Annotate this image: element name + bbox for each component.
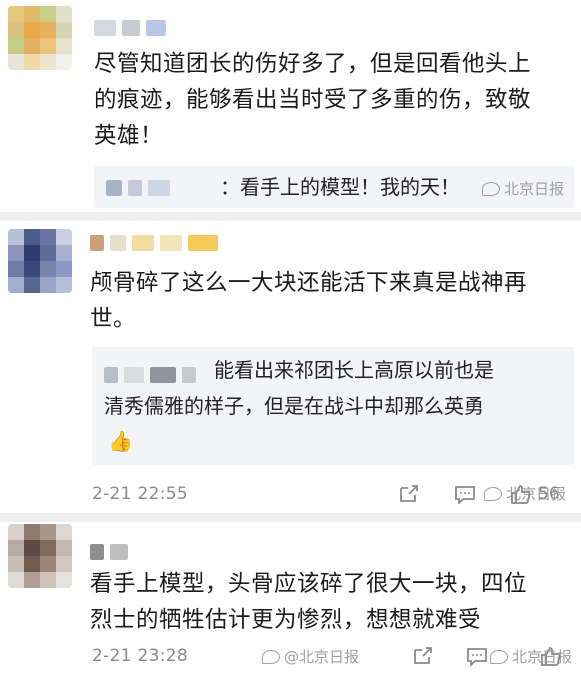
thumbs-up-emoji: 👍 — [108, 429, 133, 453]
comment-text-line: 的痕迹，能够看出当时受了多重的伤，致敬 — [94, 87, 532, 113]
watermark-text: @北京日报 — [284, 648, 360, 666]
comment-card-1: 尽管知道团长的伤好多了，但是回看他头上 的痕迹，能够看出当时受了多重的伤，致敬 … — [0, 0, 581, 212]
comment-card-2: 颅骨碎了这么一大块还能活下来真是战神再 世。 能看出来祁团长上高原以前也是 清秀… — [0, 221, 581, 513]
comment-icon[interactable] — [466, 646, 488, 666]
comment-text-line: 英雄！ — [94, 123, 164, 149]
wechat-watermark-icon — [482, 181, 500, 196]
comment-text-line: 世。 — [90, 306, 137, 332]
comment-text-line: 烈士的牺牲估计更为惨烈，想想就难受 — [90, 607, 482, 633]
reply-text: ：看手上的模型！我的天！ — [220, 175, 460, 199]
quote-text: 能看出来祁团长上高原以前也是 — [214, 355, 494, 385]
comment-text: 看手上模型，头骨应该碎了很大一块，四位 烈士的牺牲估计更为惨烈，想想就难受 — [90, 566, 527, 638]
wechat-watermark-icon — [490, 649, 508, 664]
reply-username-blurred — [104, 367, 196, 383]
like-count: 56 — [538, 484, 560, 504]
share-icon[interactable] — [412, 646, 434, 666]
like-icon[interactable] — [510, 484, 532, 504]
wechat-watermark-icon — [484, 486, 502, 501]
bottom-watermark: @北京日报 — [262, 646, 359, 667]
avatar[interactable] — [8, 524, 72, 588]
username-blurred[interactable] — [94, 20, 166, 36]
separator — [0, 513, 581, 522]
avatar[interactable] — [8, 6, 72, 70]
reply-preview[interactable]: 能看出来祁团长上高原以前也是 清秀儒雅的样子，但是在战斗中却那么英勇 👍 — [92, 347, 574, 465]
quote-text: 清秀儒雅的样子，但是在战斗中却那么英勇 — [104, 391, 484, 421]
comment-icon[interactable] — [454, 484, 476, 504]
comment-text: 尽管知道团长的伤好多了，但是回看他头上 的痕迹，能够看出当时受了多重的伤，致敬 … — [94, 46, 531, 154]
username-blurred[interactable] — [90, 544, 128, 560]
username-blurred[interactable] — [90, 235, 218, 251]
timestamp: 2-21 22:55 — [92, 484, 188, 504]
comment-text-line: 看手上模型，头骨应该碎了很大一块，四位 — [90, 571, 528, 597]
comment-card-3: 看手上模型，头骨应该碎了很大一块，四位 烈士的牺牲估计更为惨烈，想想就难受 2-… — [0, 522, 581, 680]
comment-text-line: 颅骨碎了这么一大块还能活下来真是战神再 — [90, 270, 528, 296]
timestamp: 2-21 23:28 — [92, 646, 188, 666]
separator — [0, 212, 581, 221]
reply-username-blurred — [106, 180, 170, 196]
watermark-text: 北京日报 — [504, 180, 565, 198]
like-icon[interactable] — [540, 646, 562, 666]
reply-preview[interactable]: ：看手上的模型！我的天！ 北京日报 — [94, 166, 574, 208]
quote-text-line: 能看出来祁团长上高原以前也是 — [214, 358, 494, 382]
share-icon[interactable] — [398, 484, 420, 504]
quote-text-line: 清秀儒雅的样子，但是在战斗中却那么英勇 — [104, 394, 484, 418]
weibo-watermark-icon — [262, 649, 280, 664]
comment-text-line: 尽管知道团长的伤好多了，但是回看他头上 — [94, 51, 532, 77]
avatar[interactable] — [8, 229, 72, 293]
comment-text: 颅骨碎了这么一大块还能活下来真是战神再 世。 — [90, 265, 527, 337]
watermark: 北京日报 — [482, 178, 564, 199]
